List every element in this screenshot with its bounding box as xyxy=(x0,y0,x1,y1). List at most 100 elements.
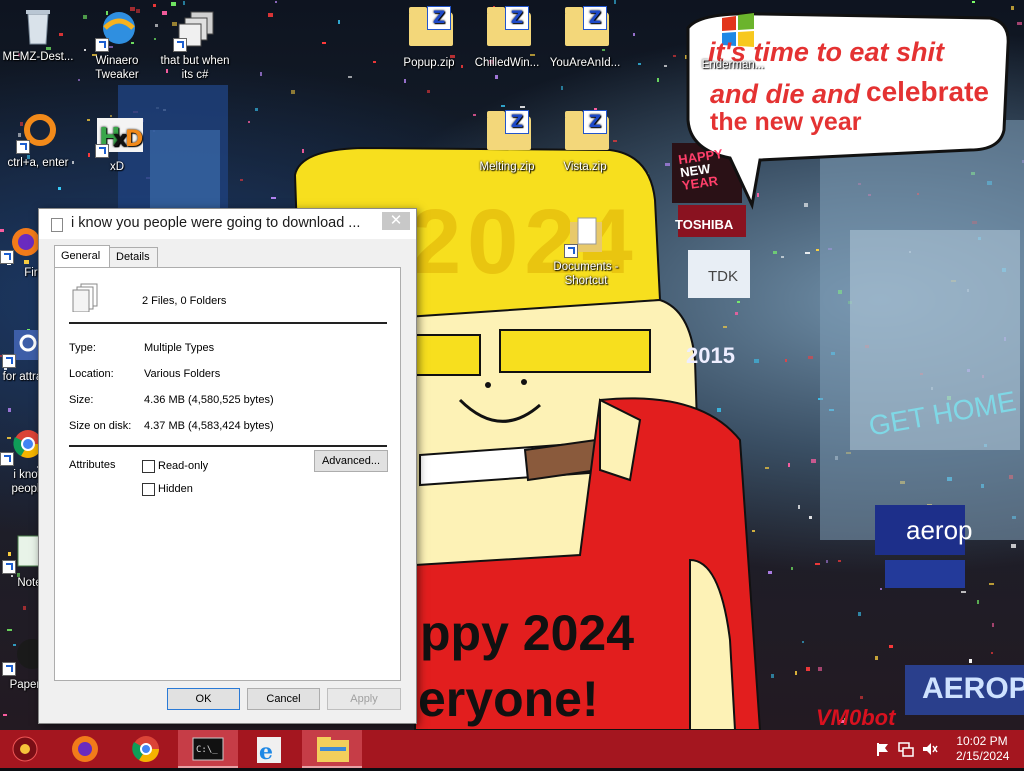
shortcut-arrow-icon xyxy=(173,38,187,52)
confetti-piece xyxy=(153,4,156,7)
firefox-icon xyxy=(0,222,42,264)
properties-dialog: i know you people were going to download… xyxy=(38,208,417,724)
clock[interactable]: 10:02 PM 2/15/2024 xyxy=(956,734,1009,764)
cancel-button[interactable]: Cancel xyxy=(247,688,320,710)
desktop-icon-csharp[interactable]: that but when its c# xyxy=(157,10,233,82)
confetti-piece xyxy=(614,0,616,4)
confetti-piece xyxy=(657,78,659,82)
taskbar-firefox[interactable] xyxy=(56,730,114,768)
volume-muted-icon[interactable] xyxy=(922,741,938,757)
flag-icon[interactable] xyxy=(875,742,889,756)
shortcut-arrow-icon xyxy=(0,250,14,264)
desktop-icon-ctrl-a-enter[interactable]: ctrl+a, enter xyxy=(0,112,76,170)
taskbar-file-explorer[interactable] xyxy=(302,730,362,768)
chrome-icon xyxy=(132,736,160,763)
location-value: Various Folders xyxy=(144,368,221,380)
sign-toshiba: TOSHIBA xyxy=(675,217,734,232)
desktop-icon-youareanidiot-zip[interactable]: Z YouAreAnId... xyxy=(547,6,623,70)
confetti-piece xyxy=(961,591,966,593)
desktop-icon-enderman[interactable]: Enderman... xyxy=(693,58,773,72)
tab-details[interactable]: Details xyxy=(109,247,158,268)
confetti-piece xyxy=(875,656,878,660)
shirt-text-line1: ppy 2024 xyxy=(420,605,635,661)
taskbar-command-prompt[interactable]: C:\_ xyxy=(178,730,238,768)
desktop-icon-memz[interactable]: MEMZ-Dest... xyxy=(0,6,76,64)
read-only-label[interactable]: Read-only xyxy=(158,460,208,472)
sign-aeropos: AEROPOS xyxy=(922,672,1024,705)
confetti-piece xyxy=(989,583,994,585)
taskbar: C:\_ e 10:02 PM 2/15/2024 xyxy=(0,730,1024,768)
hidden-checkbox[interactable] xyxy=(142,483,155,496)
confetti-piece xyxy=(788,463,790,467)
chrome-icon xyxy=(0,424,42,466)
taskbar-internet-explorer[interactable]: e xyxy=(241,730,295,768)
confetti-piece xyxy=(638,63,641,65)
confetti-piece xyxy=(183,1,185,5)
zip-folder-icon: Z xyxy=(565,6,609,52)
shortcut-arrow-icon xyxy=(2,662,16,676)
winaero-icon xyxy=(95,10,137,52)
desktop-icon-label: Enderman... xyxy=(701,59,765,71)
confetti-piece xyxy=(737,301,740,303)
tab-general[interactable]: General xyxy=(54,245,110,268)
network-icon[interactable] xyxy=(898,741,914,757)
confetti-piece xyxy=(858,612,861,616)
desktop-icon-melting-zip[interactable]: Z Melting.zip xyxy=(469,110,545,174)
confetti-piece xyxy=(673,55,676,57)
separator xyxy=(69,445,387,447)
type-value: Multiple Types xyxy=(144,342,215,354)
advanced-button[interactable]: Advanced... xyxy=(314,450,388,472)
size-label: Size: xyxy=(69,394,94,406)
svg-text:C:\_: C:\_ xyxy=(196,745,218,755)
attributes-label: Attributes xyxy=(69,459,116,471)
confetti-piece xyxy=(752,530,755,532)
confetti-piece xyxy=(977,600,979,604)
desktop-icon-label: Winaero Tweaker xyxy=(95,55,139,81)
confetti-piece xyxy=(808,356,813,359)
confetti-piece xyxy=(791,567,793,570)
confetti-piece xyxy=(754,359,759,363)
dialog-titlebar[interactable]: i know you people were going to download… xyxy=(39,209,416,239)
desktop-icon-xd[interactable]: HxD xD xyxy=(79,116,155,174)
multiple-files-icon xyxy=(72,283,98,312)
desktop-icon-popup-zip[interactable]: Z Popup.zip xyxy=(391,6,467,70)
shirt-text-line2: eryone! xyxy=(418,671,599,727)
confetti-piece xyxy=(3,714,7,716)
hidden-label[interactable]: Hidden xyxy=(158,483,193,495)
svg-text:e: e xyxy=(259,739,273,765)
bubble-text-line2a: and die and xyxy=(710,79,861,109)
confetti-piece xyxy=(665,163,670,166)
stacked-windows-icon xyxy=(173,10,215,52)
ok-button[interactable]: OK xyxy=(167,688,240,710)
confetti-piece xyxy=(8,408,11,412)
desktop-icon-winaero[interactable]: Winaero Tweaker xyxy=(79,10,155,82)
confetti-piece xyxy=(805,252,810,254)
confetti-piece xyxy=(260,72,262,76)
sign-tdk: TDK xyxy=(708,268,738,285)
desktop-icon-label: Popup.zip xyxy=(403,57,455,69)
confetti-piece xyxy=(781,256,784,258)
apply-button[interactable]: Apply xyxy=(327,688,401,710)
confetti-piece xyxy=(815,563,820,565)
confetti-piece xyxy=(348,76,352,78)
confetti-piece xyxy=(992,623,994,627)
confetti-piece xyxy=(322,42,326,44)
confetti-piece xyxy=(785,359,787,362)
confetti-piece xyxy=(501,105,505,107)
desktop-icon-label: ChilledWin... xyxy=(474,57,540,69)
start-button[interactable] xyxy=(0,730,52,768)
sign-happy-new-year: HAPPY NEW YEAR xyxy=(677,146,724,193)
confetti-piece xyxy=(404,79,406,83)
sign-2015: 2015 xyxy=(686,343,735,368)
close-button[interactable]: ✕ xyxy=(382,212,410,230)
desktop-icon-documents-shortcut[interactable]: Documents - Shortcut xyxy=(546,216,626,288)
confetti-piece xyxy=(561,86,563,90)
desktop-icon-vista-zip[interactable]: Z Vista.zip xyxy=(547,110,623,174)
zip-folder-icon: Z xyxy=(409,6,453,52)
taskbar-chrome[interactable] xyxy=(117,730,175,768)
read-only-checkbox[interactable] xyxy=(142,460,155,473)
shortcut-arrow-icon xyxy=(95,144,109,158)
confetti-piece xyxy=(816,249,819,251)
desktop-icon-chilledwin-zip[interactable]: Z ChilledWin... xyxy=(469,6,545,70)
documents-folder-icon xyxy=(564,216,606,258)
